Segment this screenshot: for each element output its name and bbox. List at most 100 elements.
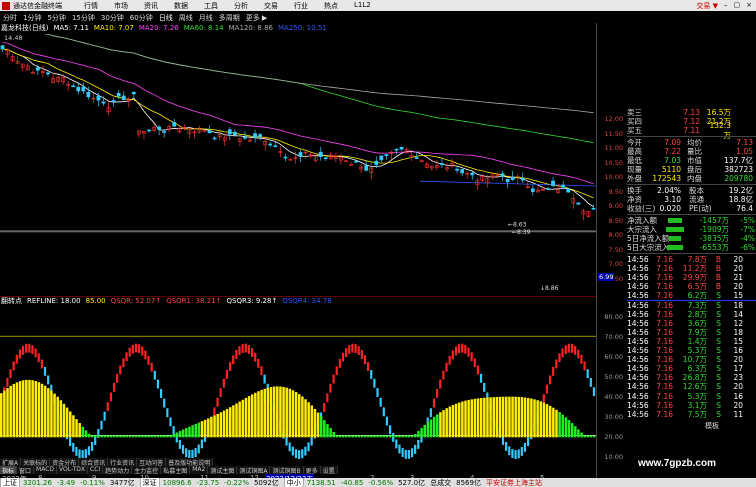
annotation-a: ←8.63 <box>508 221 527 228</box>
tick-price: 7.16 <box>656 255 673 264</box>
indicator-fill <box>250 394 254 438</box>
price-tick: 12.00 <box>604 115 623 123</box>
indicator-fill <box>225 408 229 438</box>
indicator-fill <box>216 413 219 438</box>
close-icon[interactable]: × <box>746 1 752 11</box>
period-tab-1[interactable]: 1分钟 <box>23 13 41 23</box>
indicator-bar <box>479 373 483 383</box>
menu-item-3[interactable]: 数据 <box>174 1 188 11</box>
quote-panel: 卖三 7.13 16.5万 买四 7.12 21.2万 买五 7.11 132.3万 今开 7.09… <box>627 108 756 478</box>
indicator-bar <box>90 441 94 451</box>
flow-bar <box>667 245 683 250</box>
indicator-bar <box>545 384 549 394</box>
period-tab-7[interactable]: 周线 <box>179 13 193 23</box>
menu-item-8[interactable]: 热点 <box>324 1 338 11</box>
sub-tab-1[interactable]: 关联标的 <box>21 458 51 467</box>
bottom-tab-10[interactable]: 测试铜图A <box>237 466 271 475</box>
period-tab-4[interactable]: 30分钟 <box>101 13 124 23</box>
menu-item-5[interactable]: 分析 <box>234 1 248 11</box>
bottom-tab-3[interactable]: VOL-TDX <box>57 466 88 474</box>
indicator-fill <box>533 399 536 438</box>
period-tab-2[interactable]: 5分钟 <box>47 13 65 23</box>
indicator-chart[interactable] <box>0 306 596 474</box>
sub-tab-0[interactable]: 扩展A <box>0 458 22 467</box>
bottom-tab-9[interactable]: 测试主图 <box>208 466 238 475</box>
menu-item-4[interactable]: 工具 <box>204 1 218 11</box>
index-name[interactable]: 深证 <box>139 478 160 487</box>
indicator-tick: 20.00 <box>604 433 623 441</box>
ma-label-5: MA250: 10.51 <box>278 24 327 32</box>
indicator-fill <box>213 415 216 438</box>
index-name[interactable]: 中小 <box>283 478 304 487</box>
kline-chart[interactable]: 14.48 ←8.63 ←8.39 ↓8.86 <box>0 19 597 298</box>
minimize-icon[interactable]: – <box>724 1 728 11</box>
menu-item-6[interactable]: 交易 <box>264 1 278 11</box>
indicator-bar <box>21 345 25 355</box>
indicator-fill <box>341 435 345 438</box>
menu-item-2[interactable]: 资讯 <box>144 1 158 11</box>
bottom-tab-13[interactable]: 设置 <box>321 466 338 475</box>
period-tab-3[interactable]: 15分钟 <box>72 13 95 23</box>
period-tab-0[interactable]: 分时 <box>3 13 17 23</box>
bottom-tab-1[interactable]: 窗口 <box>17 466 35 475</box>
indicator-fill <box>166 435 169 438</box>
bottom-tab-11[interactable]: 测试铜图B <box>270 466 304 475</box>
menu-item-0[interactable]: 行情 <box>84 1 98 11</box>
indicator-fill <box>548 405 552 438</box>
indicator-bar <box>548 375 552 385</box>
bottom-tab-5[interactable]: 趋势动力 <box>103 466 133 475</box>
tick-direction: S <box>716 391 721 401</box>
sub-tab-4[interactable]: 行业资讯 <box>108 458 138 467</box>
indicator-fill <box>564 417 568 438</box>
menu-bar: 通达信金融终端 行情 市场 资讯 数据 工具 分析 交易 行业 热点 L1L2 交易 ▼ – ▢ … <box>0 0 756 11</box>
period-tab-10[interactable]: 更多 ▶ <box>246 13 268 23</box>
sub-tab-6[interactable]: 普及版功能说明 <box>166 458 214 467</box>
candle-body <box>243 136 247 139</box>
index-name[interactable]: 上证 <box>0 478 20 487</box>
menu-item-9[interactable]: L1L2 <box>354 1 371 11</box>
panel-footer[interactable]: 模板 <box>705 421 719 431</box>
tick-count: 20 <box>733 264 743 274</box>
index-amount: 3477亿 <box>109 478 135 487</box>
flow-value: -6553万 <box>699 243 729 252</box>
indicator-fill <box>222 410 226 438</box>
period-tab-5[interactable]: 60分钟 <box>130 13 153 23</box>
period-tab-8[interactable]: 月线 <box>199 13 213 23</box>
period-tab-6[interactable]: 日线 <box>159 13 173 23</box>
stat-value: 7.09 <box>664 138 681 147</box>
indicator-fill <box>338 435 342 438</box>
indicator-fill <box>586 435 590 438</box>
tick-direction: S <box>716 355 721 365</box>
menu-item-1[interactable]: 市场 <box>114 1 128 11</box>
bottom-tab-12[interactable]: 更多 <box>304 466 321 475</box>
indicator-fill <box>200 421 204 438</box>
indicator-bar <box>103 411 106 421</box>
indicator-fill <box>552 407 555 438</box>
ma10-line <box>2 48 594 199</box>
indicator-bar <box>592 387 596 397</box>
bottom-tab-7[interactable]: 私募主图 <box>161 466 191 475</box>
indicator-bar <box>517 449 520 459</box>
bottom-tab-8[interactable]: MA2 <box>190 466 209 474</box>
indicator-fill <box>203 419 207 438</box>
bottom-tab-0[interactable]: 指标 <box>0 466 18 475</box>
sub-tab-3[interactable]: 综合资讯 <box>79 458 109 467</box>
bottom-tab-2[interactable]: MACD <box>34 466 58 474</box>
bottom-tab-4[interactable]: CCI <box>88 466 104 474</box>
menu-item-7[interactable]: 行业 <box>294 1 308 11</box>
indicator-fill <box>319 416 323 438</box>
tick-price: 7.16 <box>656 382 673 392</box>
price-axis: 12.00 11.50 11.00 10.50 10.00 9.50 9.00 8.50 8.0… <box>596 23 626 478</box>
period-tab-9[interactable]: 多周期 <box>219 13 240 23</box>
bottom-tab-6[interactable]: 主力监控 <box>132 466 162 475</box>
indicator-bar <box>304 446 307 456</box>
indicator-bar <box>197 444 200 454</box>
indicator-bar <box>461 343 464 353</box>
sub-tab-5[interactable]: 互动问答 <box>137 458 167 467</box>
maximize-icon[interactable]: ▢ <box>734 1 741 11</box>
candle-body <box>157 126 162 130</box>
indicator-bar <box>323 403 326 412</box>
indicator-fill <box>15 382 19 438</box>
sub-tab-2[interactable]: 资金分布 <box>50 458 80 467</box>
trade-menu[interactable]: 交易 ▼ <box>696 1 718 11</box>
